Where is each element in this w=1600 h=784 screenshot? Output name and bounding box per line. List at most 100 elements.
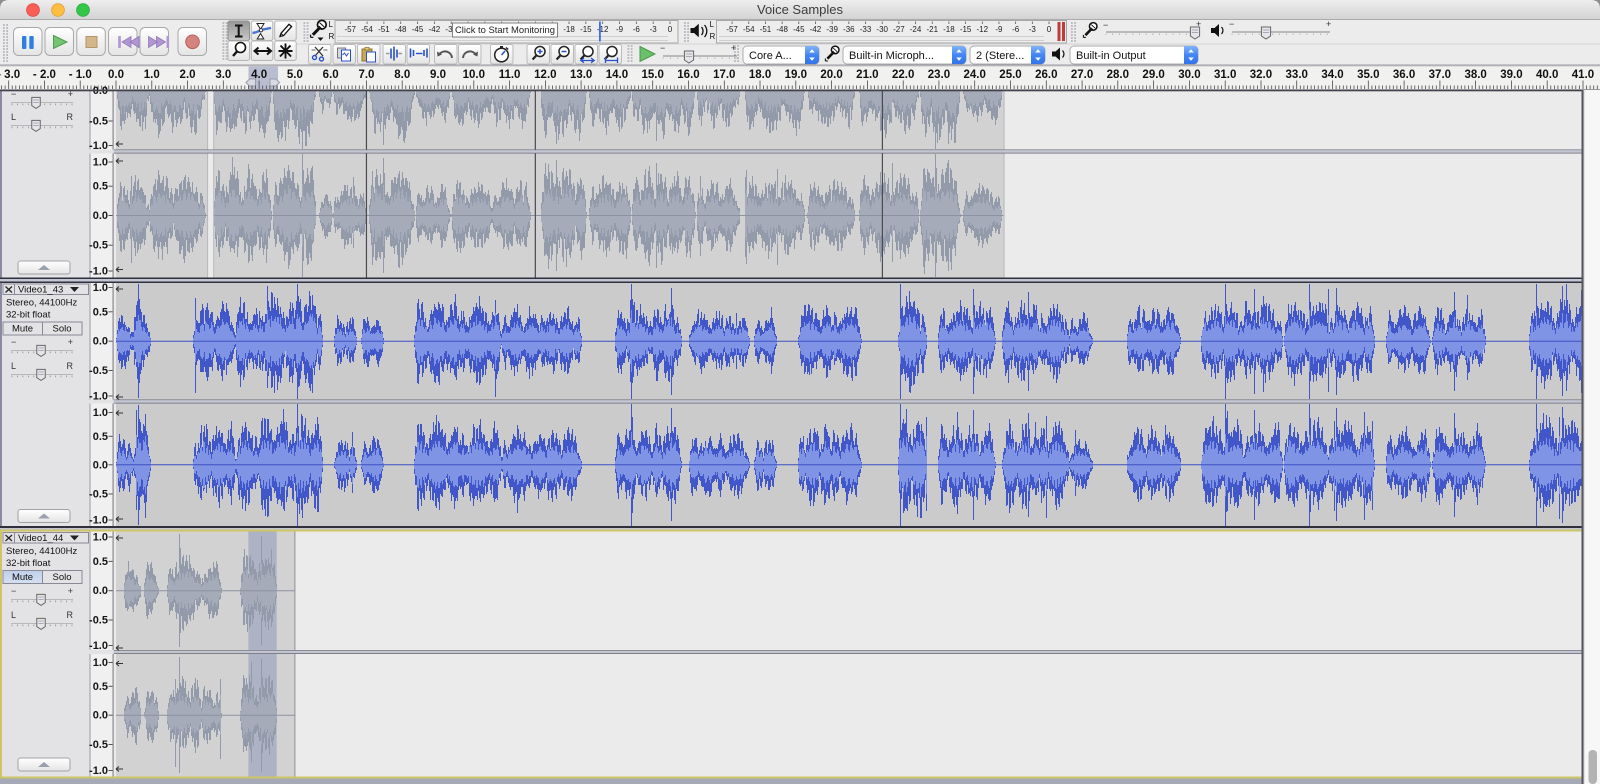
svg-text:Built-in Output: Built-in Output: [1076, 50, 1146, 62]
svg-text:Stereo, 44100Hz: Stereo, 44100Hz: [6, 546, 78, 557]
svg-text:-15: -15: [580, 25, 592, 34]
svg-text:17.0: 17.0: [713, 69, 735, 81]
svg-text:32-bit float: 32-bit float: [6, 558, 51, 569]
svg-text:-0.5: -0.5: [89, 489, 108, 501]
svg-text:- 1.0: - 1.0: [69, 69, 92, 81]
svg-text:-51: -51: [760, 25, 772, 34]
svg-text:39.0: 39.0: [1500, 69, 1522, 81]
svg-text:-0.5: -0.5: [89, 739, 108, 751]
svg-text:-0.5: -0.5: [89, 116, 108, 128]
svg-text:-42: -42: [429, 25, 441, 34]
svg-text:12.0: 12.0: [534, 69, 556, 81]
svg-text:10.0: 10.0: [463, 69, 485, 81]
svg-text:0: 0: [1047, 25, 1052, 34]
svg-text:2.0: 2.0: [180, 69, 196, 81]
svg-text:31.0: 31.0: [1214, 69, 1236, 81]
svg-text:13.0: 13.0: [570, 69, 592, 81]
svg-text:−: −: [1103, 20, 1108, 30]
svg-text:0.5: 0.5: [93, 556, 108, 568]
svg-text:0.0: 0.0: [108, 69, 124, 81]
svg-text:-1.0: -1.0: [89, 515, 108, 527]
svg-text:4.0: 4.0: [251, 69, 267, 81]
svg-text:-54: -54: [743, 25, 755, 34]
svg-text:-1.0: -1.0: [89, 765, 108, 777]
svg-text:0.5: 0.5: [93, 181, 108, 193]
svg-text:+: +: [1326, 19, 1331, 29]
svg-text:19.0: 19.0: [785, 69, 807, 81]
svg-text:-54: -54: [361, 25, 373, 34]
svg-text:-1.0: -1.0: [89, 640, 108, 652]
svg-text:0.0: 0.0: [93, 459, 108, 471]
svg-text:1.0: 1.0: [93, 407, 108, 419]
svg-text:-1.0: -1.0: [89, 391, 108, 403]
svg-text:-9: -9: [616, 25, 624, 34]
svg-text:−: −: [11, 337, 16, 347]
svg-text:-57: -57: [726, 25, 738, 34]
svg-text:6.0: 6.0: [323, 69, 339, 81]
svg-text:R: R: [710, 32, 716, 41]
svg-text:-48: -48: [776, 25, 788, 34]
svg-text:14.0: 14.0: [606, 69, 628, 81]
svg-text:26.0: 26.0: [1035, 69, 1057, 81]
svg-text:+: +: [68, 337, 73, 347]
svg-text:30.0: 30.0: [1178, 69, 1200, 81]
svg-text:−: −: [660, 43, 665, 53]
svg-text:7.0: 7.0: [358, 69, 374, 81]
svg-text:2 (Stere...: 2 (Stere...: [976, 50, 1024, 62]
svg-text:1.0: 1.0: [93, 657, 108, 669]
svg-text:22.0: 22.0: [892, 69, 914, 81]
svg-text:-0.5: -0.5: [89, 615, 108, 627]
svg-text:15.0: 15.0: [642, 69, 664, 81]
svg-text:0.0: 0.0: [93, 585, 108, 597]
svg-text:9.0: 9.0: [430, 69, 446, 81]
svg-text:18.0: 18.0: [749, 69, 771, 81]
svg-text:R: R: [67, 361, 74, 371]
svg-text:32-bit float: 32-bit float: [6, 310, 51, 321]
svg-text:1.0: 1.0: [144, 69, 160, 81]
svg-text:- 3.0: - 3.0: [0, 69, 20, 81]
svg-text:Solo: Solo: [52, 572, 71, 583]
svg-text:0.5: 0.5: [93, 431, 108, 443]
svg-text:Solo: Solo: [52, 324, 71, 335]
svg-text:-21: -21: [926, 25, 938, 34]
svg-text:5.0: 5.0: [287, 69, 303, 81]
svg-text:24.0: 24.0: [964, 69, 986, 81]
svg-text:21.0: 21.0: [856, 69, 878, 81]
svg-text:-48: -48: [395, 25, 407, 34]
svg-text:27.0: 27.0: [1071, 69, 1093, 81]
svg-text:25.0: 25.0: [999, 69, 1021, 81]
svg-text:41.0: 41.0: [1572, 69, 1594, 81]
svg-text:28.0: 28.0: [1107, 69, 1129, 81]
svg-text:0.0: 0.0: [93, 336, 108, 348]
svg-text:L: L: [11, 361, 16, 371]
svg-text:Video1_43: Video1_43: [18, 285, 63, 296]
svg-text:L: L: [329, 20, 334, 29]
svg-text:33.0: 33.0: [1286, 69, 1308, 81]
svg-text:-3: -3: [1029, 25, 1037, 34]
svg-text:Voice Samples: Voice Samples: [757, 2, 843, 17]
svg-text:0: 0: [668, 25, 673, 34]
svg-text:20.0: 20.0: [820, 69, 842, 81]
svg-text:-1.0: -1.0: [89, 140, 108, 152]
svg-text:-9: -9: [995, 25, 1003, 34]
svg-text:23.0: 23.0: [928, 69, 950, 81]
svg-text:40.0: 40.0: [1536, 69, 1558, 81]
svg-text:L: L: [11, 610, 16, 620]
svg-text:-18: -18: [943, 25, 955, 34]
svg-text:-57: -57: [344, 25, 356, 34]
svg-text:0.0: 0.0: [93, 210, 108, 222]
svg-text:-3: -3: [650, 25, 658, 34]
svg-text:-15: -15: [960, 25, 972, 34]
svg-text:-24: -24: [910, 25, 922, 34]
svg-text:-6: -6: [633, 25, 641, 34]
svg-text:1.0: 1.0: [93, 157, 108, 169]
svg-text:L: L: [710, 20, 715, 29]
svg-text:Built-in Microph...: Built-in Microph...: [849, 50, 934, 62]
svg-text:-45: -45: [793, 25, 805, 34]
svg-text:-6: -6: [1012, 25, 1020, 34]
svg-text:-1.0: -1.0: [89, 266, 108, 278]
svg-text:-27: -27: [893, 25, 905, 34]
svg-text:8.0: 8.0: [394, 69, 410, 81]
svg-text:R: R: [329, 32, 335, 41]
svg-text:+: +: [68, 586, 73, 596]
